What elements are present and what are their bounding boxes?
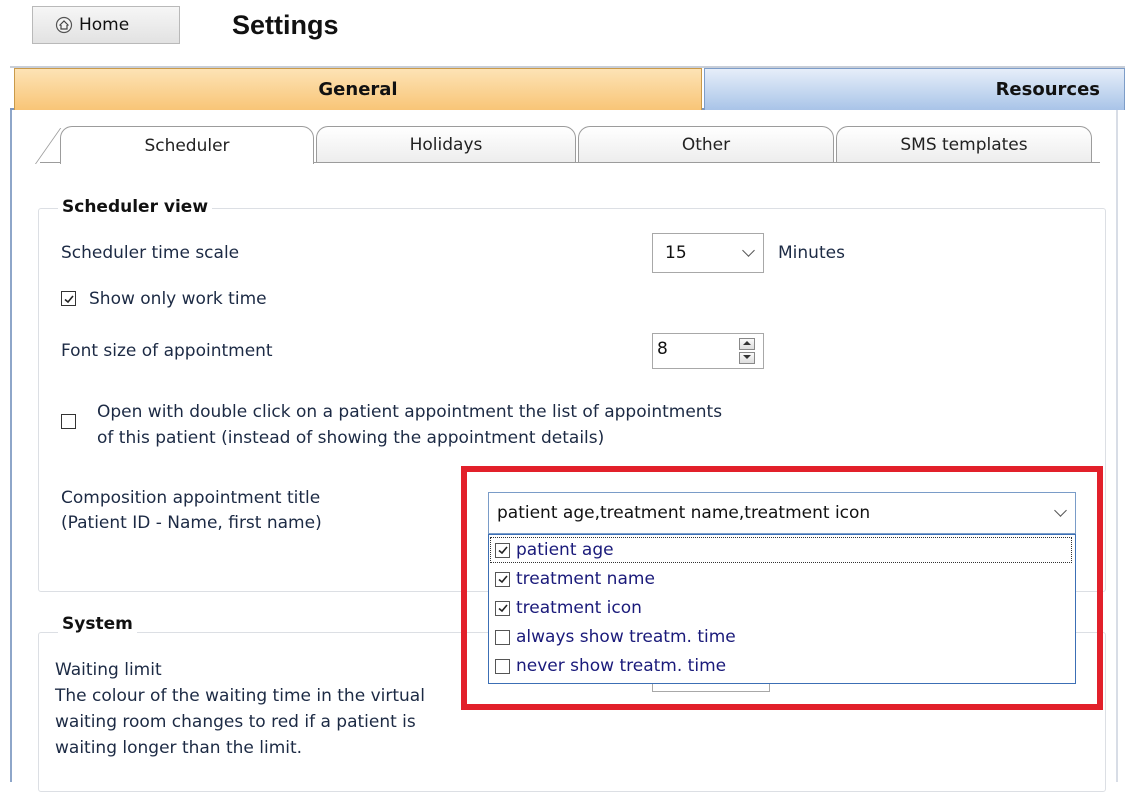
system-title: System (58, 614, 137, 634)
double-click-label: Open with double click on a patient appo… (97, 399, 722, 451)
double-click-checkbox[interactable] (61, 414, 76, 429)
time-scale-unit: Minutes (778, 243, 845, 263)
font-size-label: Font size of appointment (61, 341, 273, 361)
home-button-label: Home (79, 15, 130, 35)
time-scale-label: Scheduler time scale (61, 243, 240, 263)
double-click-label-line2: of this patient (instead of showing the … (97, 428, 605, 448)
tab-resources-label: Resources (995, 79, 1100, 100)
subtab-holidays-label: Holidays (409, 134, 483, 155)
tab-general[interactable]: General (14, 68, 702, 110)
subtab-sms-templates[interactable]: SMS templates (836, 126, 1092, 162)
tab-general-label: General (318, 79, 398, 100)
spin-up-icon[interactable] (739, 338, 755, 350)
time-scale-select[interactable]: 15 (652, 233, 764, 273)
font-size-spinner[interactable]: 8 (652, 333, 764, 369)
subtab-other[interactable]: Other (578, 126, 834, 162)
show-work-time-label: Show only work time (89, 289, 267, 309)
subtab-scheduler-label: Scheduler (144, 135, 230, 156)
spin-down-icon[interactable] (739, 352, 755, 364)
page-title: Settings (232, 10, 339, 40)
composition-label-line1: Composition appointment title (61, 488, 321, 508)
tab-resources[interactable]: Resources (704, 68, 1125, 110)
subtab-holidays[interactable]: Holidays (316, 126, 576, 162)
home-button[interactable]: Home (32, 6, 180, 44)
waiting-desc-line1: The colour of the waiting time in the vi… (55, 686, 425, 706)
font-size-value: 8 (657, 339, 668, 359)
composition-label: Composition appointment title (Patient I… (61, 486, 322, 536)
waiting-limit-label: Waiting limit (55, 660, 162, 680)
chevron-down-icon (742, 244, 755, 257)
waiting-desc-line3: waiting longer than the limit. (55, 738, 303, 758)
home-icon (55, 16, 73, 34)
show-work-time-checkbox[interactable] (61, 291, 76, 306)
composition-label-line2: (Patient ID - Name, first name) (61, 513, 322, 533)
checkmark-icon (63, 294, 74, 303)
subtab-scheduler[interactable]: Scheduler (60, 126, 314, 164)
scheduler-view-title: Scheduler view (58, 197, 213, 217)
waiting-limit-text: Waiting limit The colour of the waiting … (55, 657, 425, 761)
subtab-other-label: Other (681, 134, 731, 155)
time-scale-value: 15 (665, 243, 687, 263)
subtab-sms-templates-label: SMS templates (900, 134, 1028, 155)
waiting-desc-line2: waiting room changes to red if a patient… (55, 712, 416, 732)
double-click-label-line1: Open with double click on a patient appo… (97, 402, 723, 422)
highlight-box (461, 466, 1103, 710)
